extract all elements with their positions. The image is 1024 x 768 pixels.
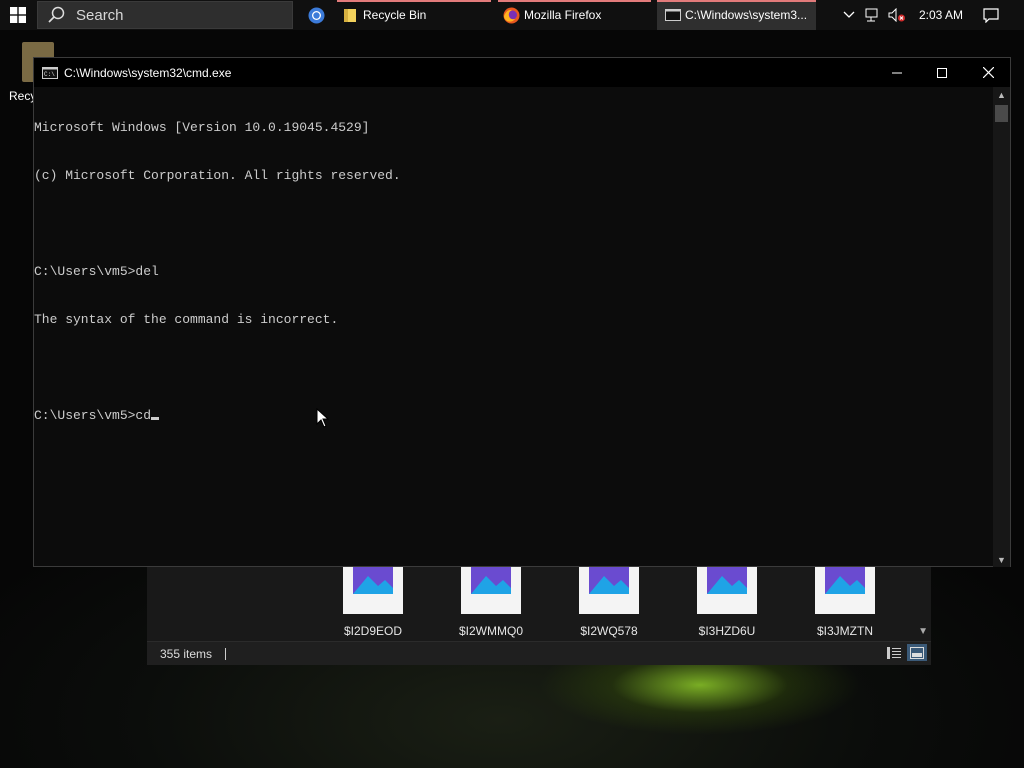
item-count: 355 items [160, 646, 213, 661]
photo-file-icon [343, 566, 403, 614]
windows-logo-icon [10, 7, 26, 23]
console-output[interactable]: Microsoft Windows [Version 10.0.19045.45… [34, 87, 994, 568]
scroll-down-icon[interactable]: ▼ [997, 555, 1006, 565]
svg-text:C:\: C:\ [44, 71, 55, 78]
notification-icon [983, 7, 999, 23]
photo-file-icon [815, 566, 875, 614]
status-bar: 355 items [147, 641, 931, 665]
console-prompt-line[interactable]: C:\Users\vm5>cd [34, 408, 994, 424]
network-icon[interactable] [865, 0, 881, 30]
firefox-icon [503, 7, 520, 24]
maximize-button[interactable] [919, 58, 965, 87]
cmd-titlebar[interactable]: C:\ C:\Windows\system32\cmd.exe [34, 58, 1010, 87]
taskbar-app-cmd[interactable]: C:\Windows\system3... [657, 0, 816, 30]
file-name: $I3JMZTN [816, 624, 873, 638]
app-running-indicator [657, 0, 816, 2]
search-placeholder: Search [76, 6, 124, 24]
file-item[interactable]: $I2D9EOD [328, 566, 418, 638]
app-running-indicator [498, 0, 651, 2]
scroll-down-icon[interactable]: ▼ [918, 626, 928, 637]
taskbar-app-recycle-bin[interactable]: Recycle Bin [337, 0, 491, 30]
chrome-icon [308, 7, 325, 24]
status-divider [225, 647, 227, 660]
console-line: The syntax of the command is incorrect. [34, 312, 339, 327]
taskbar-app-label: Mozilla Firefox [524, 8, 602, 22]
file-item[interactable]: $I3HZD6U [682, 566, 772, 638]
start-button[interactable] [0, 0, 36, 30]
close-button[interactable] [965, 58, 1011, 87]
file-item[interactable]: $I2WMMQ0 [446, 566, 536, 638]
action-center-button[interactable] [983, 0, 999, 30]
app-running-indicator [337, 0, 491, 2]
search-icon [48, 6, 66, 24]
console-scrollbar[interactable]: ▲ ▼ [993, 87, 1010, 567]
taskbar-app-firefox[interactable]: Mozilla Firefox [498, 0, 651, 30]
cmd-window-title: C:\Windows\system32\cmd.exe [64, 65, 232, 80]
taskbar-app-label: Recycle Bin [363, 8, 427, 22]
cmd-icon: C:\ [42, 66, 58, 79]
taskbar: Search Recycle Bin Mozilla Firefox C:\Wi… [0, 0, 1024, 30]
cmd-icon [665, 9, 681, 21]
scrollbar-thumb[interactable] [995, 105, 1008, 122]
explorer-window: $I2D9EOD $I2WMMQ0 $I2WQ578 $I3HZD6U $I3J… [147, 566, 931, 665]
cmd-window[interactable]: C:\ C:\Windows\system32\cmd.exe Microsof… [33, 57, 1011, 567]
taskbar-app-label: C:\Windows\system3... [685, 8, 808, 22]
photo-file-icon [697, 566, 757, 614]
details-view-icon[interactable] [884, 644, 904, 661]
file-grid: $I2D9EOD $I2WMMQ0 $I2WQ578 $I3HZD6U $I3J… [147, 566, 931, 641]
show-hidden-icons-button[interactable] [843, 0, 855, 30]
chrome-taskbar-button[interactable] [302, 0, 330, 30]
console-line: Microsoft Windows [Version 10.0.19045.45… [34, 120, 370, 135]
chevron-up-icon [843, 11, 855, 19]
folder-icon [343, 8, 357, 23]
console-input[interactable]: C:\Users\vm5>cd [34, 408, 151, 423]
file-name: $I2D9EOD [343, 624, 403, 638]
scroll-up-icon[interactable]: ▲ [997, 90, 1006, 100]
console-line: C:\Users\vm5>del [34, 264, 159, 279]
file-item[interactable]: $I2WQ578 [564, 566, 654, 638]
taskbar-clock[interactable]: 2:03 AM [919, 0, 963, 30]
minimize-button[interactable] [874, 58, 920, 87]
volume-muted-icon[interactable] [888, 0, 906, 30]
photo-file-icon [579, 566, 639, 614]
photo-file-icon [461, 566, 521, 614]
file-item[interactable]: $I3JMZTN [800, 566, 890, 638]
large-icons-view-icon[interactable] [907, 644, 927, 661]
file-name: $I3HZD6U [698, 624, 756, 638]
text-cursor [151, 417, 160, 420]
file-name: $I2WMMQ0 [458, 624, 523, 638]
taskbar-search-box[interactable]: Search [37, 1, 293, 29]
file-name: $I2WQ578 [580, 624, 638, 638]
mouse-cursor-icon [316, 407, 330, 433]
console-line: (c) Microsoft Corporation. All rights re… [34, 168, 401, 183]
